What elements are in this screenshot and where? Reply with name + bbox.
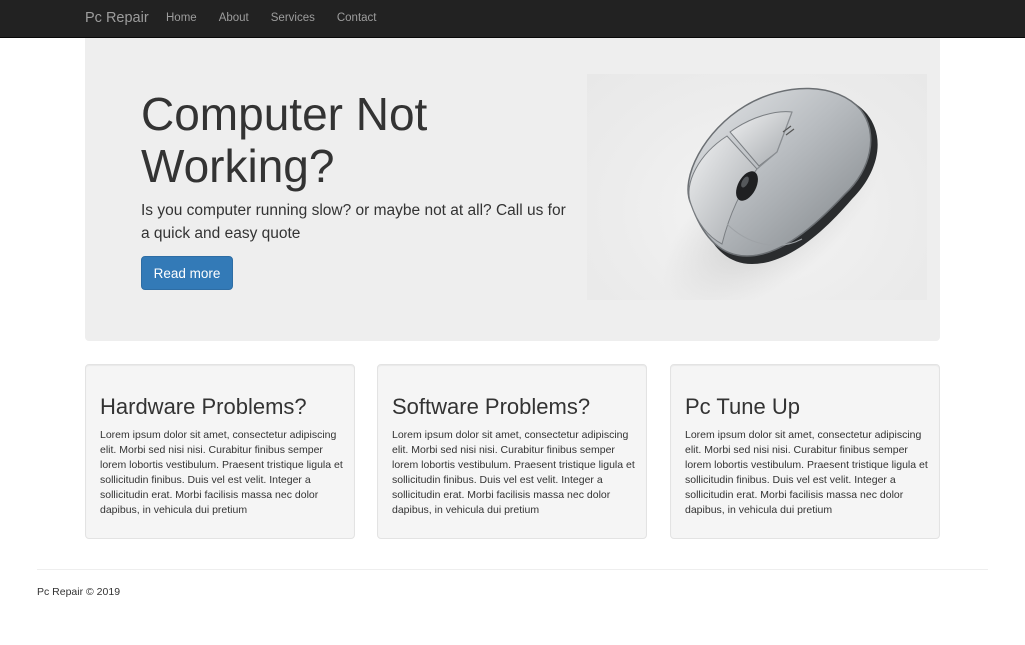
nav-link-services[interactable]: Services: [260, 0, 326, 38]
footer-copyright: Pc Repair © 2019: [37, 586, 121, 598]
hero-text: Is you computer running slow? or maybe n…: [141, 202, 566, 242]
card-text: Lorem ipsum dolor sit amet, consectetur …: [100, 429, 343, 516]
nav-link-about[interactable]: About: [208, 0, 260, 38]
card-hardware: Hardware Problems? Lorem ipsum dolor sit…: [85, 364, 355, 539]
computer-mouse-icon: [587, 74, 927, 313]
card-title: Software Problems?: [392, 394, 591, 419]
card-text: Lorem ipsum dolor sit amet, consectetur …: [392, 429, 635, 516]
navbar: Pc Repair Home About Services Contact: [0, 0, 1025, 38]
card-software: Software Problems? Lorem ipsum dolor sit…: [377, 364, 647, 539]
read-more-button[interactable]: Read more: [141, 256, 233, 290]
card-tune-up: Pc Tune Up Lorem ipsum dolor sit amet, c…: [670, 364, 940, 539]
nav-link-home[interactable]: Home: [155, 0, 208, 38]
nav-links: Home About Services Contact: [155, 0, 388, 38]
hero-jumbotron: Computer Not Working? Is you computer ru…: [85, 38, 940, 341]
card-title: Pc Tune Up: [685, 394, 800, 419]
card-title: Hardware Problems?: [100, 394, 307, 419]
card-text: Lorem ipsum dolor sit amet, consectetur …: [685, 429, 928, 516]
footer-divider: [37, 569, 988, 570]
brand-link[interactable]: Pc Repair: [85, 10, 149, 26]
nav-link-contact[interactable]: Contact: [326, 0, 388, 38]
computer-mouse-image: [662, 87, 882, 313]
hero-title: Computer Not Working?: [141, 88, 428, 192]
